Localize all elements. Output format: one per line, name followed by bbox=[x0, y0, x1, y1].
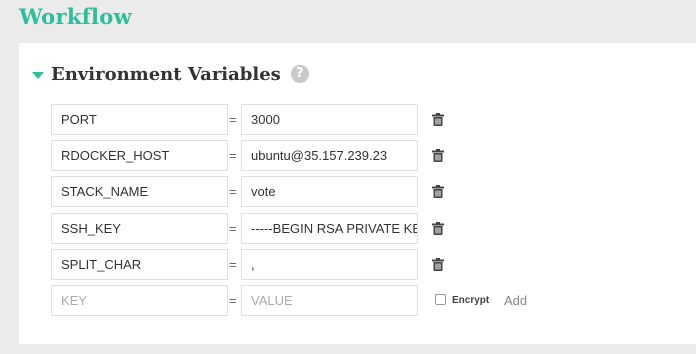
new-value-input[interactable]: VALUE bbox=[241, 285, 418, 316]
env-var-row: STACK_NAME = vote bbox=[51, 176, 651, 207]
equals-sign: = bbox=[229, 293, 237, 308]
trash-icon[interactable] bbox=[432, 113, 444, 126]
env-var-row: RDOCKER_HOST = ubuntu@35.157.239.23 bbox=[51, 140, 651, 171]
checkbox-icon[interactable] bbox=[435, 294, 446, 305]
trash-icon[interactable] bbox=[432, 185, 444, 198]
help-icon[interactable]: ? bbox=[290, 65, 309, 83]
env-vars-panel: Environment Variables ? PORT = 3000 RDOC… bbox=[19, 43, 696, 344]
env-var-row: SSH_KEY = -----BEGIN RSA PRIVATE KEY bbox=[51, 213, 651, 244]
env-key-input[interactable]: SSH_KEY bbox=[51, 213, 228, 244]
env-var-row: SPLIT_CHAR = , bbox=[51, 249, 651, 280]
equals-sign: = bbox=[229, 221, 237, 236]
encrypt-checkbox[interactable]: Encrypt bbox=[435, 285, 489, 316]
env-value-input[interactable]: ubuntu@35.157.239.23 bbox=[241, 140, 418, 171]
encrypt-label: Encrypt bbox=[452, 295, 490, 306]
env-value-input[interactable]: , bbox=[241, 249, 418, 280]
env-key-input[interactable]: RDOCKER_HOST bbox=[51, 140, 228, 171]
new-env-var-row: KEY = VALUE Encrypt Add bbox=[51, 285, 651, 316]
add-button[interactable]: Add bbox=[504, 285, 527, 316]
env-key-input[interactable]: STACK_NAME bbox=[51, 176, 228, 207]
equals-sign: = bbox=[229, 112, 237, 127]
env-value-input[interactable]: vote bbox=[241, 176, 418, 207]
equals-sign: = bbox=[229, 257, 237, 272]
equals-sign: = bbox=[229, 184, 237, 199]
trash-icon[interactable] bbox=[432, 149, 444, 162]
section-title: Environment Variables bbox=[51, 63, 281, 85]
equals-sign: = bbox=[229, 148, 237, 163]
trash-icon[interactable] bbox=[432, 258, 444, 271]
env-var-row: PORT = 3000 bbox=[51, 104, 651, 135]
env-value-input[interactable]: -----BEGIN RSA PRIVATE KEY bbox=[241, 213, 418, 244]
page-title: Workflow bbox=[19, 4, 132, 29]
caret-down-icon[interactable] bbox=[32, 71, 44, 79]
env-key-input[interactable]: SPLIT_CHAR bbox=[51, 249, 228, 280]
env-key-input[interactable]: PORT bbox=[51, 104, 228, 135]
env-value-input[interactable]: 3000 bbox=[241, 104, 418, 135]
new-key-input[interactable]: KEY bbox=[51, 285, 228, 316]
trash-icon[interactable] bbox=[432, 222, 444, 235]
section-header[interactable]: Environment Variables ? bbox=[32, 60, 309, 88]
